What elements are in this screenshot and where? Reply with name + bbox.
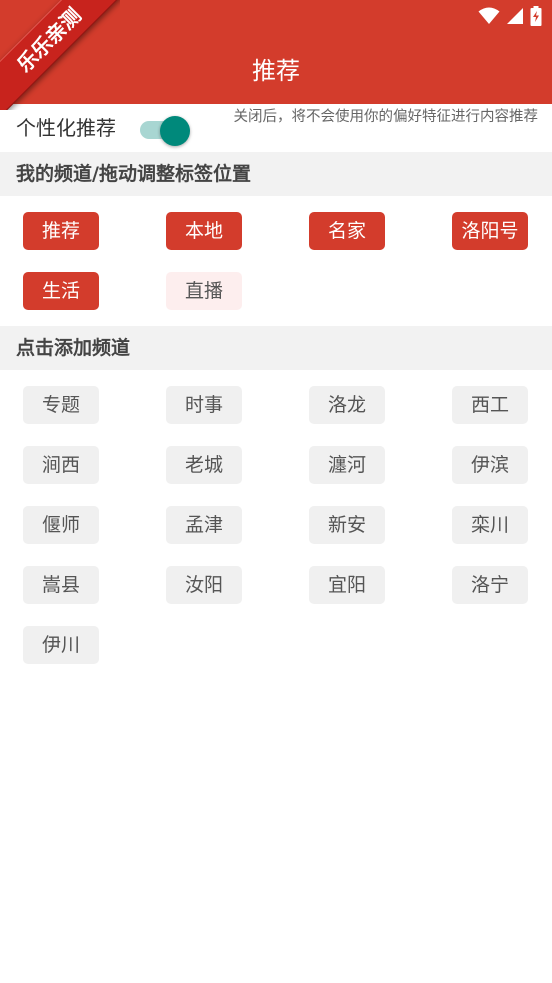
personalization-row: 个性化推荐 关闭后，将不会使用你的偏好特征进行内容推荐 [0, 104, 552, 152]
personalization-description: 关闭后，将不会使用你的偏好特征进行内容推荐 [233, 109, 539, 125]
add-channel-chip[interactable]: 老城 [166, 446, 242, 484]
my-channel-chip[interactable]: 洛阳号 [452, 212, 528, 250]
my-channel-chip[interactable]: 本地 [166, 212, 242, 250]
add-channel-chip[interactable]: 瀍河 [309, 446, 385, 484]
add-channel-chip[interactable]: 偃师 [23, 506, 99, 544]
app-toolbar: 推荐 [0, 38, 552, 104]
my-channel-chip[interactable]: 直播 [166, 272, 242, 310]
page-title: 推荐 [252, 57, 300, 85]
add-channel-chip[interactable]: 洛宁 [452, 566, 528, 604]
add-channel-chip[interactable]: 涧西 [23, 446, 99, 484]
personalization-label: 个性化推荐 [16, 116, 116, 140]
signal-icon [507, 8, 523, 24]
add-channel-chip[interactable]: 伊滨 [452, 446, 528, 484]
my-channel-chip[interactable]: 推荐 [23, 212, 99, 250]
my-channels-header: 我的频道/拖动调整标签位置 [0, 152, 552, 196]
personalization-toggle[interactable] [138, 112, 192, 146]
add-channel-chip[interactable]: 新安 [309, 506, 385, 544]
battery-icon [530, 6, 542, 26]
add-channel-chip[interactable]: 西工 [452, 386, 528, 424]
add-channels-header: 点击添加频道 [0, 326, 552, 370]
add-channel-chip[interactable]: 汝阳 [166, 566, 242, 604]
add-channel-chip[interactable]: 宜阳 [309, 566, 385, 604]
add-channel-chip[interactable]: 伊川 [23, 626, 99, 664]
add-channel-chip[interactable]: 洛龙 [309, 386, 385, 424]
add-channel-chip[interactable]: 栾川 [452, 506, 528, 544]
toggle-thumb [160, 116, 190, 146]
add-channel-chip[interactable]: 孟津 [166, 506, 242, 544]
add-channel-chip[interactable]: 嵩县 [23, 566, 99, 604]
status-icons [478, 6, 542, 26]
add-channel-chip[interactable]: 专题 [23, 386, 99, 424]
status-bar [0, 0, 552, 38]
my-channel-chip[interactable]: 名家 [309, 212, 385, 250]
my-channel-chip[interactable]: 生活 [23, 272, 99, 310]
add-channel-chip[interactable]: 时事 [166, 386, 242, 424]
wifi-icon [478, 7, 500, 24]
